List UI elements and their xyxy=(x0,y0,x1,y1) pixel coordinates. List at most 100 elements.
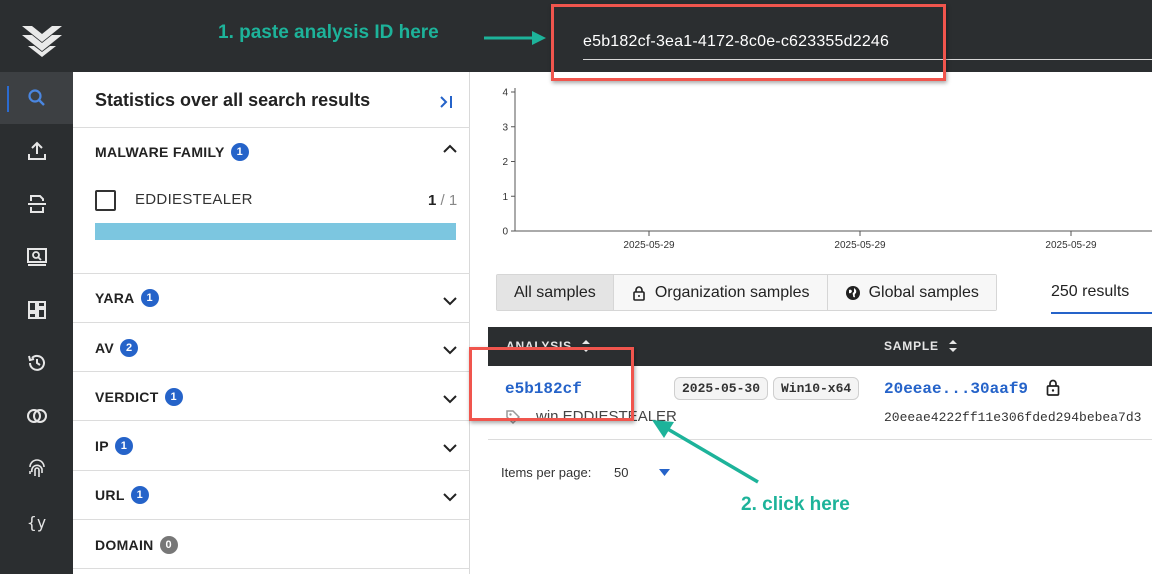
chevron-down-icon[interactable] xyxy=(441,439,459,457)
y-tick-label: 1 xyxy=(502,192,508,203)
nav-item-sandbox[interactable] xyxy=(0,231,73,283)
results-underline xyxy=(1051,312,1152,314)
tab-label: Global samples xyxy=(868,283,979,301)
y-tick-label: 4 xyxy=(502,88,508,99)
monitor-search-icon xyxy=(26,248,47,266)
highlight-box-search xyxy=(551,4,946,81)
section-label: AV xyxy=(95,340,115,356)
nav-item-compare[interactable] xyxy=(0,390,73,442)
collapse-panel-icon[interactable] xyxy=(437,92,457,112)
compare-icon xyxy=(26,409,47,423)
lock-icon xyxy=(1046,379,1060,396)
divider xyxy=(73,127,470,128)
scanner-icon xyxy=(27,195,46,213)
nav-item-dashboard[interactable] xyxy=(0,284,73,336)
divider xyxy=(73,273,470,274)
tab-global-samples[interactable]: Global samples xyxy=(827,275,996,310)
section-label: IP xyxy=(95,438,109,454)
annotation-arrow-icon xyxy=(484,31,546,45)
lock-icon xyxy=(633,285,645,301)
divider xyxy=(73,420,470,421)
sort-icon[interactable] xyxy=(948,339,958,353)
section-label: YARA xyxy=(95,290,135,306)
family-count: 1 / 1 xyxy=(428,192,458,209)
chevron-up-icon[interactable] xyxy=(441,140,459,158)
chevron-down-icon[interactable] xyxy=(441,341,459,359)
section-url[interactable]: URL 1 xyxy=(95,486,149,504)
date-pill: 2025-05-30 xyxy=(674,377,769,400)
highlight-box-analysis xyxy=(469,347,634,421)
count-badge: 1 xyxy=(114,437,133,455)
chevron-down-icon[interactable] xyxy=(441,292,459,310)
nav-item-fingerprint[interactable] xyxy=(0,443,73,495)
section-av[interactable]: AV 2 xyxy=(95,339,139,357)
column-label: SAMPLE xyxy=(884,339,939,353)
sample-hash-link[interactable]: 20eeae...30aaf9 xyxy=(884,380,1028,398)
count-badge: 0 xyxy=(159,536,178,554)
divider xyxy=(73,371,470,372)
search-icon xyxy=(27,89,45,106)
divider xyxy=(73,568,470,569)
chevron-down-icon[interactable] xyxy=(441,488,459,506)
family-name: EDDIESTEALER xyxy=(135,191,253,208)
section-yara[interactable]: YARA 1 xyxy=(95,289,159,307)
column-sample[interactable]: SAMPLE xyxy=(884,339,958,353)
x-tick-label: 2025-05-29 xyxy=(1045,240,1097,251)
nav-item-history[interactable] xyxy=(0,337,73,389)
tab-all-samples[interactable]: All samples xyxy=(497,275,614,310)
history-icon xyxy=(27,354,45,371)
nav-item-yara[interactable]: {y xyxy=(0,496,73,548)
upload-icon xyxy=(27,141,46,160)
yara-rules-icon: {y xyxy=(27,513,47,532)
sample-scope-tabs: All samples Organization samples Global … xyxy=(496,274,997,311)
statistics-title: Statistics over all search results xyxy=(95,90,371,110)
divider xyxy=(73,470,470,471)
divider xyxy=(73,322,470,323)
nav-item-upload[interactable] xyxy=(0,125,73,177)
svg-text:{y: {y xyxy=(27,513,47,532)
results-count[interactable]: 250 results xyxy=(1051,283,1129,301)
x-tick-label: 2025-05-29 xyxy=(623,240,675,251)
count-badge: 2 xyxy=(120,339,139,357)
y-tick-label: 2 xyxy=(502,157,508,168)
section-malware-family[interactable]: MALWARE FAMILY 1 xyxy=(95,143,249,161)
count-badge: 1 xyxy=(230,143,249,161)
annotation-step1: 1. paste analysis ID here xyxy=(218,22,439,43)
section-label: DOMAIN xyxy=(95,537,154,553)
tab-organization-samples[interactable]: Organization samples xyxy=(613,275,828,310)
fingerprint-icon xyxy=(28,459,45,477)
y-tick-label: 0 xyxy=(502,227,508,238)
tab-label: Organization samples xyxy=(654,283,810,301)
section-label: URL xyxy=(95,487,125,503)
section-ip[interactable]: IP 1 xyxy=(95,437,133,455)
family-checkbox[interactable] xyxy=(95,190,116,211)
globe-icon xyxy=(845,285,860,300)
x-tick-label: 2025-05-29 xyxy=(834,240,886,251)
count-badge: 1 xyxy=(130,486,149,504)
app-logo[interactable] xyxy=(20,22,64,58)
chevron-down-icon[interactable] xyxy=(441,390,459,408)
divider xyxy=(73,519,470,520)
y-tick-label: 3 xyxy=(502,122,508,133)
annotation-arrow-icon xyxy=(652,420,759,484)
statistics-panel: Statistics over all search results MALWA… xyxy=(73,72,470,574)
items-per-page-select[interactable]: 50 xyxy=(614,465,628,480)
items-per-page-label: Items per page: xyxy=(501,465,592,480)
annotation-step2: 2. click here xyxy=(741,494,850,515)
os-pill: Win10-x64 xyxy=(773,377,860,400)
chart-svg: 0 1 2 3 4 2025-05-29 2025-05-29 2025-05-29 xyxy=(502,88,1152,251)
sample-full-hash: 20eeae4222ff11e306fded294bebea7d3 xyxy=(884,410,1142,425)
count-badge: 1 xyxy=(140,289,159,307)
section-domain[interactable]: DOMAIN 0 xyxy=(95,536,178,554)
nav-item-scanner[interactable] xyxy=(0,178,73,230)
section-label: MALWARE FAMILY xyxy=(95,144,225,160)
tab-label: All samples xyxy=(514,283,596,301)
timeline-chart: 0 1 2 3 4 2025-05-29 2025-05-29 2025-05-29 xyxy=(480,82,1152,254)
left-nav: {y xyxy=(0,72,73,574)
dashboard-icon xyxy=(27,301,46,319)
section-verdict[interactable]: VERDICT 1 xyxy=(95,388,183,406)
family-progress-bar xyxy=(95,223,456,240)
nav-item-search[interactable] xyxy=(0,72,73,124)
section-label: VERDICT xyxy=(95,389,159,405)
count-badge: 1 xyxy=(164,388,183,406)
